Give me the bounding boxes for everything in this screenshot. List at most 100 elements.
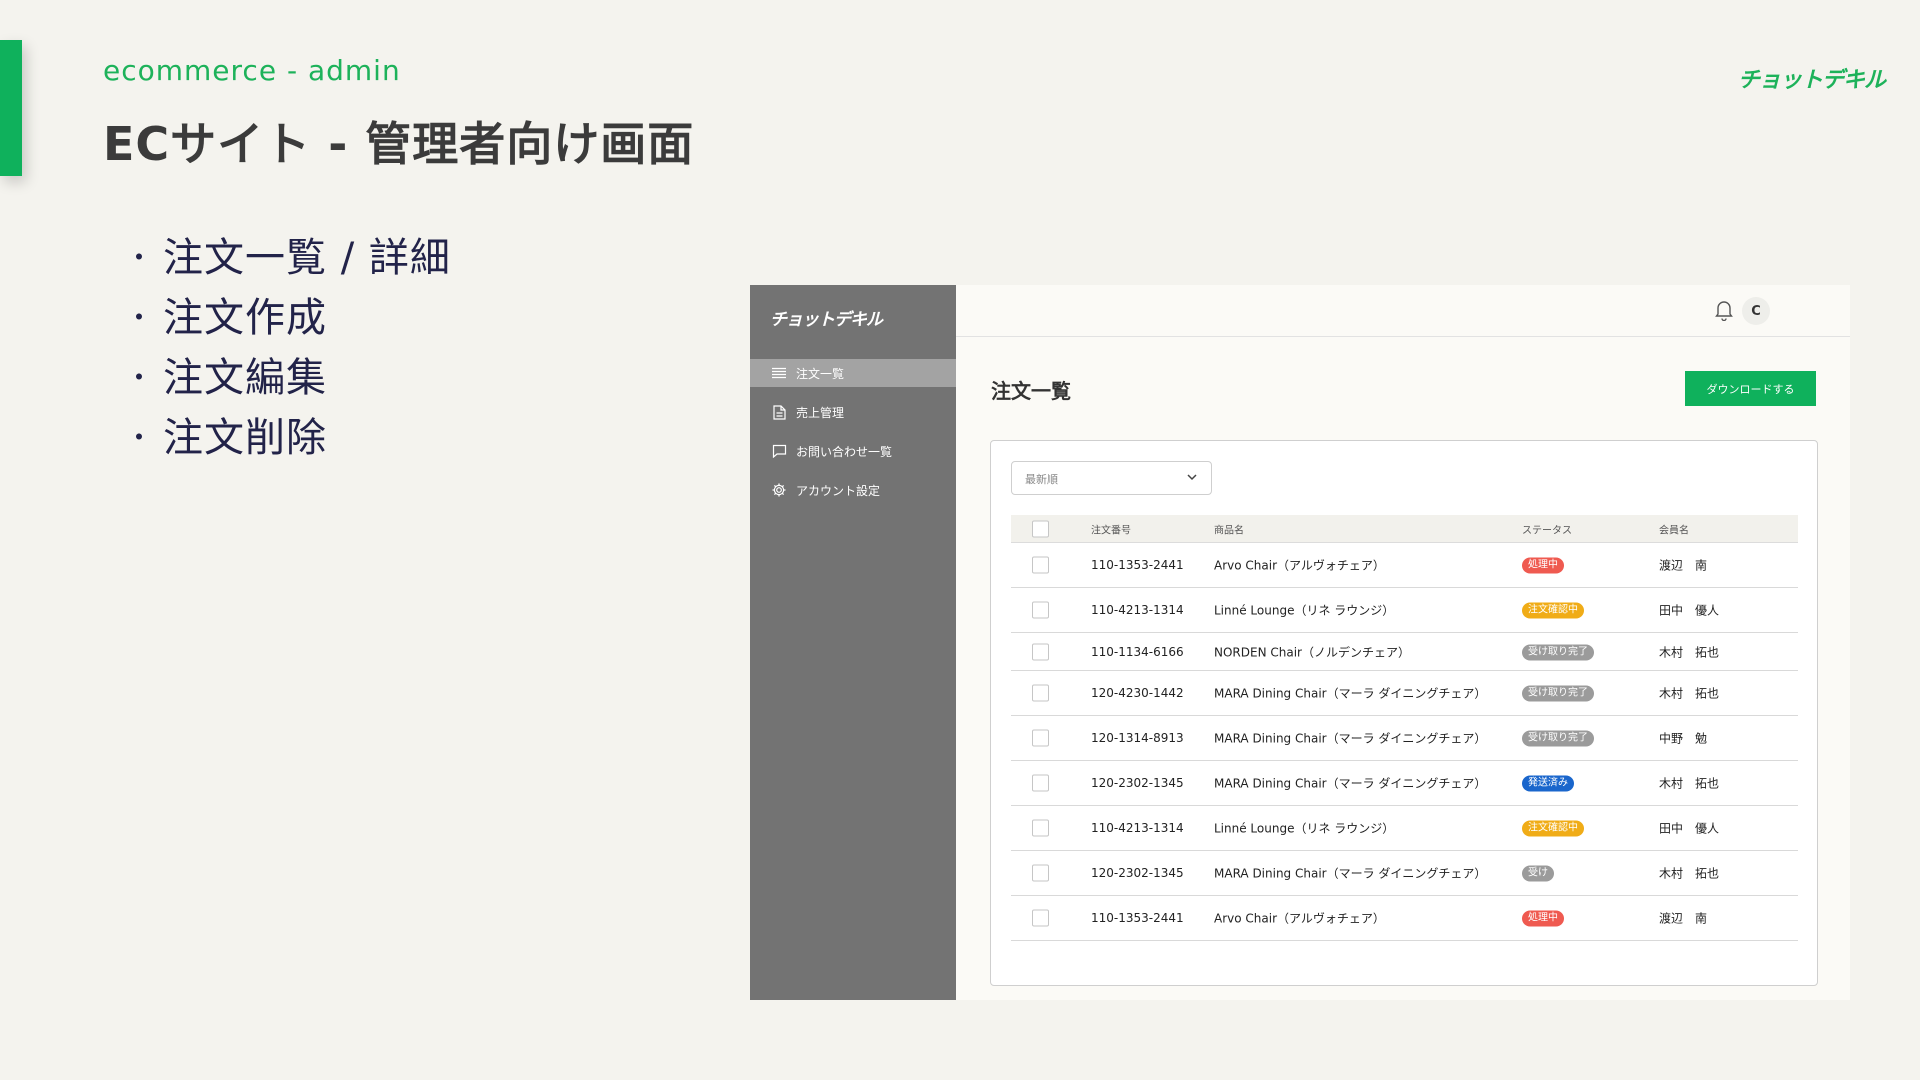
status-badge: 処理中 [1522,557,1564,574]
status-badge: 受け取り完了 [1522,644,1594,660]
brand-logo: チョットデキル [1737,68,1886,93]
app-logo[interactable]: チョットデキル [770,305,883,330]
product-name: MARA Dining Chair（マーラ ダイニングチェア） [1214,776,1487,791]
member-name: 田中 優人 [1659,603,1720,618]
member-name: 渡辺 南 [1659,911,1708,926]
sort-select-value: 最新順 [1025,473,1058,486]
row-checkbox[interactable] [1032,556,1049,574]
header-status[interactable]: ステータス [1522,521,1572,536]
feature-item: ・注文編集 [125,348,451,408]
table-row[interactable]: 110-4213-1314 Linné Lounge（リネ ラウンジ） 注文確認… [1011,806,1798,851]
row-checkbox[interactable] [1032,684,1049,702]
status-cell: 受け取り完了 [1522,685,1594,702]
product-name: NORDEN Chair（ノルデンチェア） [1214,645,1410,659]
sidebar-item-label: お問い合わせ一覧 [796,444,893,459]
status-badge: 処理中 [1522,910,1564,927]
avatar[interactable]: C [1742,297,1770,325]
feature-label: 注文一覧 / 詳細 [163,235,451,281]
feature-label: 注文作成 [163,295,327,341]
sidebar-item-inquiries[interactable]: お問い合わせ一覧 [750,437,956,465]
download-button[interactable]: ダウンロードする [1685,371,1816,406]
table-row[interactable]: 120-4230-1442 MARA Dining Chair（マーラ ダイニン… [1011,671,1798,716]
slide-title: ECサイト - 管理者向け画面 [103,117,695,171]
table-row[interactable]: 120-1314-8913 MARA Dining Chair（マーラ ダイニン… [1011,716,1798,761]
feature-item: ・注文削除 [125,408,451,468]
status-cell: 処理中 [1522,910,1564,927]
gear-icon [771,482,787,498]
row-checkbox[interactable] [1032,819,1049,837]
header-member[interactable]: 会員名 [1659,521,1689,536]
member-name: 田中 優人 [1659,821,1720,836]
status-badge: 受け取り完了 [1522,730,1594,747]
order-number: 110-1353-2441 [1091,911,1184,925]
product-name: MARA Dining Chair（マーラ ダイニングチェア） [1214,731,1487,746]
chat-icon [771,443,787,459]
sidebar-item-account-settings[interactable]: アカウント設定 [750,476,956,504]
status-badge: 受け取り完了 [1522,685,1594,702]
sidebar-item-label: 注文一覧 [796,366,845,381]
select-all-checkbox[interactable] [1032,520,1049,537]
order-number: 110-4213-1314 [1091,603,1184,617]
bullet-dot: ・ [125,301,155,334]
orders-card: 最新順 注文番号 商品名 ステータス 会員名 110-1353-2441 Arv… [990,440,1818,986]
chevron-down-icon [1185,470,1199,484]
table-header: 注文番号 商品名 ステータス 会員名 [1011,515,1798,543]
feature-item: ・注文一覧 / 詳細 [125,228,451,288]
table-row[interactable]: 110-1134-6166 NORDEN Chair（ノルデンチェア） 受け取り… [1011,633,1798,671]
bell-icon[interactable] [1714,299,1734,322]
row-checkbox[interactable] [1032,601,1049,619]
product-name: MARA Dining Chair（マーラ ダイニングチェア） [1214,866,1487,881]
row-checkbox[interactable] [1032,864,1049,882]
status-cell: 注文確認中 [1522,820,1584,837]
member-name: 渡辺 南 [1659,558,1708,573]
product-name: Arvo Chair（アルヴォチェア） [1214,558,1385,573]
status-cell: 注文確認中 [1522,602,1584,619]
table-row[interactable]: 110-1353-2441 Arvo Chair（アルヴォチェア） 処理中 渡辺… [1011,896,1798,941]
sidebar-item-label: 売上管理 [796,405,845,420]
order-number: 110-1134-6166 [1091,644,1184,659]
row-checkbox[interactable] [1032,774,1049,792]
feature-label: 注文削除 [163,415,327,461]
order-number: 110-1353-2441 [1091,558,1184,572]
member-name: 中野 勉 [1659,731,1708,746]
table-row[interactable]: 110-1353-2441 Arvo Chair（アルヴォチェア） 処理中 渡辺… [1011,543,1798,588]
page-title: 注文一覧 [991,379,1071,403]
order-number: 110-4213-1314 [1091,821,1184,835]
table-row[interactable]: 120-2302-1345 MARA Dining Chair（マーラ ダイニン… [1011,761,1798,806]
member-name: 木村 拓也 [1659,645,1720,659]
member-name: 木村 拓也 [1659,686,1720,701]
table-row[interactable]: 120-2302-1345 MARA Dining Chair（マーラ ダイニン… [1011,851,1798,896]
header-order-no[interactable]: 注文番号 [1091,521,1131,536]
row-checkbox[interactable] [1032,729,1049,747]
product-name: Arvo Chair（アルヴォチェア） [1214,911,1385,926]
sidebar: チョットデキル 注文一覧 売上管理 お問い合わせ一覧 アカウント設定 [750,285,956,1000]
bullet-dot: ・ [125,421,155,454]
feature-item: ・注文作成 [125,288,451,348]
member-name: 木村 拓也 [1659,866,1720,881]
document-icon [771,404,787,420]
status-badge: 注文確認中 [1522,602,1584,619]
row-checkbox[interactable] [1032,643,1049,660]
slide-subtitle: ecommerce - admin [103,54,401,87]
status-cell: 受け取り完了 [1522,730,1594,747]
list-icon [771,365,787,381]
sort-select[interactable]: 最新順 [1011,461,1212,495]
header-product[interactable]: 商品名 [1214,521,1244,536]
sidebar-item-sales[interactable]: 売上管理 [750,398,956,426]
row-checkbox[interactable] [1032,909,1049,927]
admin-app-screenshot: チョットデキル 注文一覧 売上管理 お問い合わせ一覧 アカウント設定 C 注文一… [750,285,1850,1000]
feature-label: 注文編集 [163,355,327,401]
bullet-dot: ・ [125,241,155,274]
status-badge: 発送済み [1522,775,1574,792]
feature-list: ・注文一覧 / 詳細 ・注文作成 ・注文編集 ・注文削除 [125,228,451,468]
product-name: Linné Lounge（リネ ラウンジ） [1214,603,1395,618]
table-row[interactable]: 110-4213-1314 Linné Lounge（リネ ラウンジ） 注文確認… [1011,588,1798,633]
bullet-dot: ・ [125,361,155,394]
status-cell: 受け取り完了 [1522,643,1594,660]
product-name: Linné Lounge（リネ ラウンジ） [1214,821,1395,836]
member-name: 木村 拓也 [1659,776,1720,791]
status-cell: 発送済み [1522,775,1574,792]
status-badge: 受け [1522,865,1554,882]
sidebar-item-orders[interactable]: 注文一覧 [750,359,956,387]
order-number: 120-2302-1345 [1091,776,1184,790]
